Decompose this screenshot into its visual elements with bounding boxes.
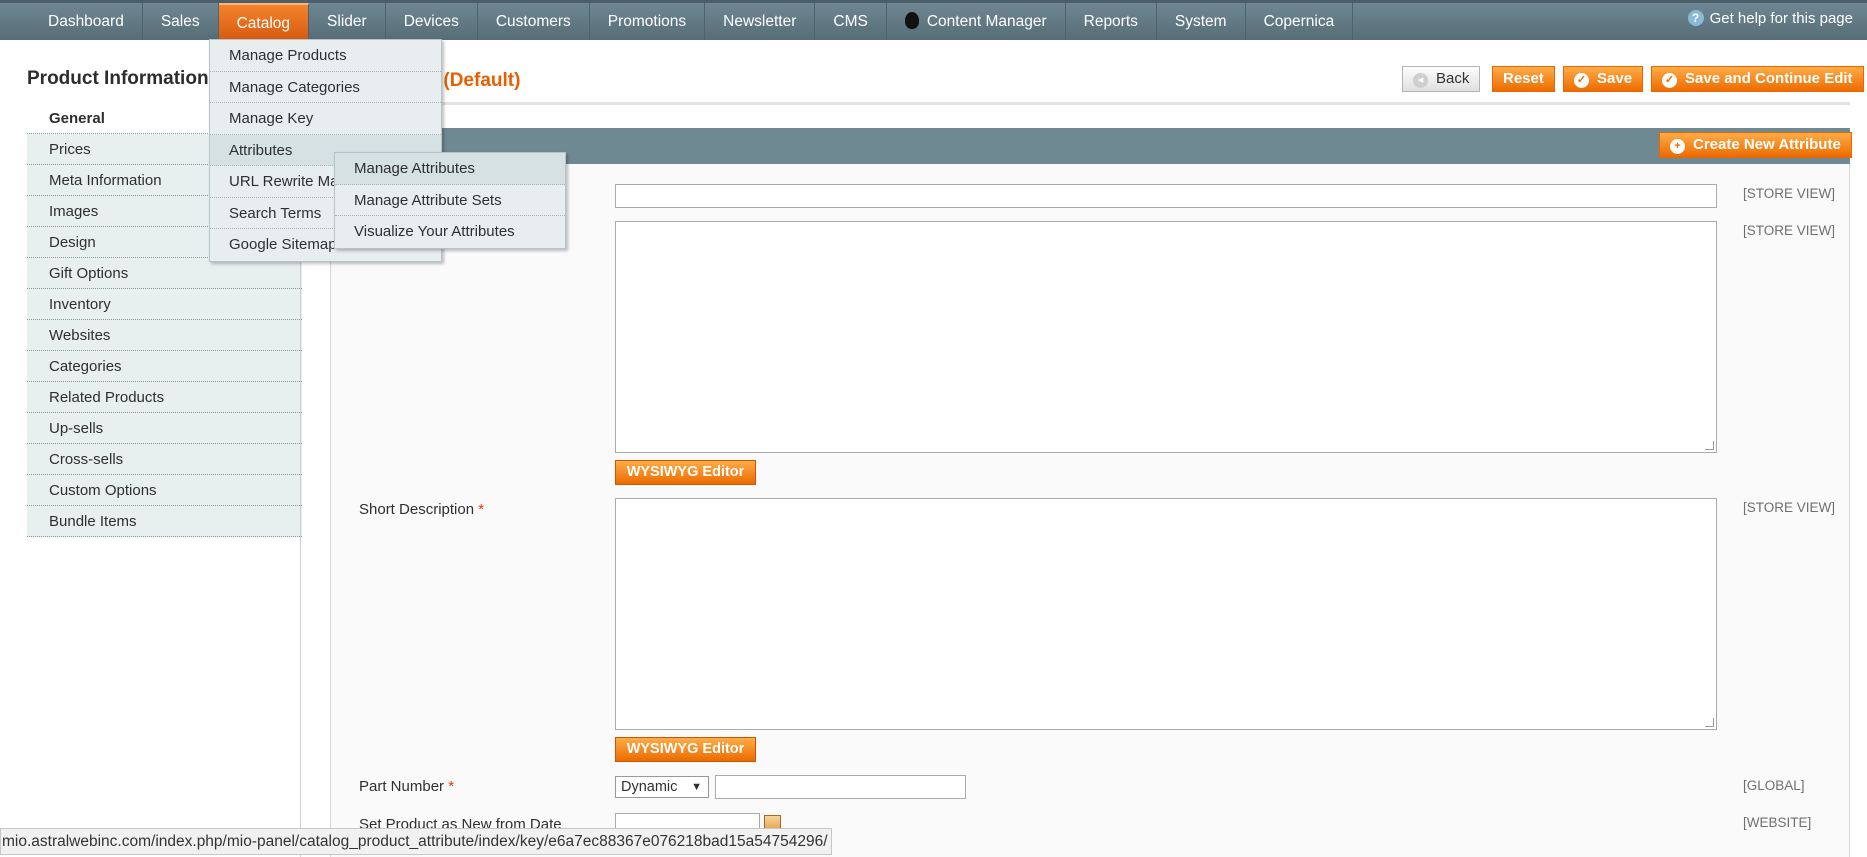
- wysiwyg-button[interactable]: WYSIWYG Editor: [615, 460, 756, 485]
- short-description-label: Short Description *: [359, 501, 484, 518]
- dropdown-arrow-icon: ▼: [691, 781, 702, 793]
- save-label: Save: [1597, 70, 1633, 87]
- menu-visualize-attributes[interactable]: Visualize Your Attributes: [335, 216, 565, 248]
- part-number-text: Part Number: [359, 778, 445, 795]
- tab-inventory[interactable]: Inventory: [27, 289, 302, 320]
- name-input[interactable]: [615, 184, 1717, 208]
- save-continue-label: Save and Continue Edit: [1685, 70, 1853, 87]
- nav-content-manager[interactable]: Content Manager: [887, 3, 1066, 40]
- scope-label: [STORE VIEW]: [1743, 186, 1836, 201]
- nav-content-manager-label: Content Manager: [926, 13, 1047, 30]
- nav-dashboard[interactable]: Dashboard: [30, 3, 143, 40]
- part-number-input[interactable]: [715, 775, 966, 799]
- nav-reports[interactable]: Reports: [1066, 3, 1157, 40]
- required-mark: *: [448, 778, 455, 795]
- tab-gift-options[interactable]: Gift Options: [27, 258, 302, 289]
- tab-categories[interactable]: Categories: [27, 351, 302, 382]
- back-icon: ◂: [1413, 73, 1428, 88]
- part-number-mode-select[interactable]: Dynamic ▼: [615, 776, 709, 798]
- nav-newsletter[interactable]: Newsletter: [705, 3, 816, 40]
- tab-bundle-items[interactable]: Bundle Items: [27, 506, 302, 537]
- header-divider: [330, 102, 1850, 105]
- scope-label: [WEBSITE]: [1743, 815, 1812, 830]
- part-number-mode-value: Dynamic: [621, 779, 678, 795]
- check-icon: ✓: [1574, 73, 1589, 88]
- menu-manage-attributes[interactable]: Manage Attributes: [335, 153, 565, 185]
- menu-manage-key[interactable]: Manage Key: [210, 103, 441, 135]
- short-description-textarea[interactable]: [615, 498, 1717, 730]
- reset-button[interactable]: Reset: [1492, 66, 1555, 92]
- menu-manage-attribute-sets[interactable]: Manage Attribute Sets: [335, 185, 565, 216]
- plus-icon: +: [1670, 139, 1685, 154]
- back-label: Back: [1436, 70, 1470, 87]
- tab-up-sells[interactable]: Up-sells: [27, 413, 302, 444]
- create-attribute-button[interactable]: + Create New Attribute: [1659, 132, 1852, 158]
- help-icon: ?: [1687, 10, 1704, 26]
- menu-manage-categories[interactable]: Manage Categories: [210, 72, 441, 103]
- tab-websites[interactable]: Websites: [27, 320, 302, 351]
- scope-label: [GLOBAL]: [1743, 778, 1805, 793]
- nav-system[interactable]: System: [1157, 3, 1246, 40]
- tab-custom-options[interactable]: Custom Options: [27, 475, 302, 506]
- help-link[interactable]: ? Get help for this page: [1687, 10, 1853, 27]
- check-icon: ✓: [1662, 73, 1677, 88]
- short-description-text: Short Description: [359, 501, 475, 518]
- sidebar-title: Product Information: [27, 68, 209, 89]
- tab-related-products[interactable]: Related Products: [27, 382, 302, 413]
- save-continue-button[interactable]: ✓ Save and Continue Edit: [1651, 66, 1864, 92]
- tab-cross-sells[interactable]: Cross-sells: [27, 444, 302, 475]
- required-mark: *: [478, 501, 485, 518]
- nav-promotions[interactable]: Promotions: [590, 3, 706, 40]
- reset-label: Reset: [1503, 70, 1544, 87]
- top-nav: Dashboard Sales Catalog Slider Devices C…: [0, 0, 1867, 40]
- create-attribute-label: Create New Attribute: [1693, 136, 1841, 153]
- nav-copernica[interactable]: Copernica: [1246, 3, 1354, 40]
- menu-manage-products[interactable]: Manage Products: [210, 40, 441, 72]
- scope-label: [STORE VIEW]: [1743, 500, 1836, 515]
- back-button[interactable]: ◂ Back: [1402, 66, 1481, 92]
- save-button[interactable]: ✓ Save: [1563, 66, 1644, 92]
- status-bar-url: mio.astralwebinc.com/index.php/mio-panel…: [0, 828, 832, 855]
- nav-cms[interactable]: CMS: [815, 3, 887, 40]
- nav-devices[interactable]: Devices: [386, 3, 478, 40]
- nav-slider[interactable]: Slider: [309, 3, 386, 40]
- part-number-label: Part Number *: [359, 778, 454, 795]
- help-label: Get help for this page: [1709, 10, 1853, 27]
- content-manager-icon: [904, 12, 919, 29]
- description-textarea[interactable]: [615, 221, 1717, 453]
- nav-catalog[interactable]: Catalog: [218, 3, 310, 40]
- nav-sales[interactable]: Sales: [143, 3, 219, 40]
- wysiwyg-button[interactable]: WYSIWYG Editor: [615, 737, 756, 762]
- scope-label: [STORE VIEW]: [1743, 223, 1836, 238]
- nav-customers[interactable]: Customers: [478, 3, 590, 40]
- attributes-submenu: Manage Attributes Manage Attribute Sets …: [334, 152, 566, 249]
